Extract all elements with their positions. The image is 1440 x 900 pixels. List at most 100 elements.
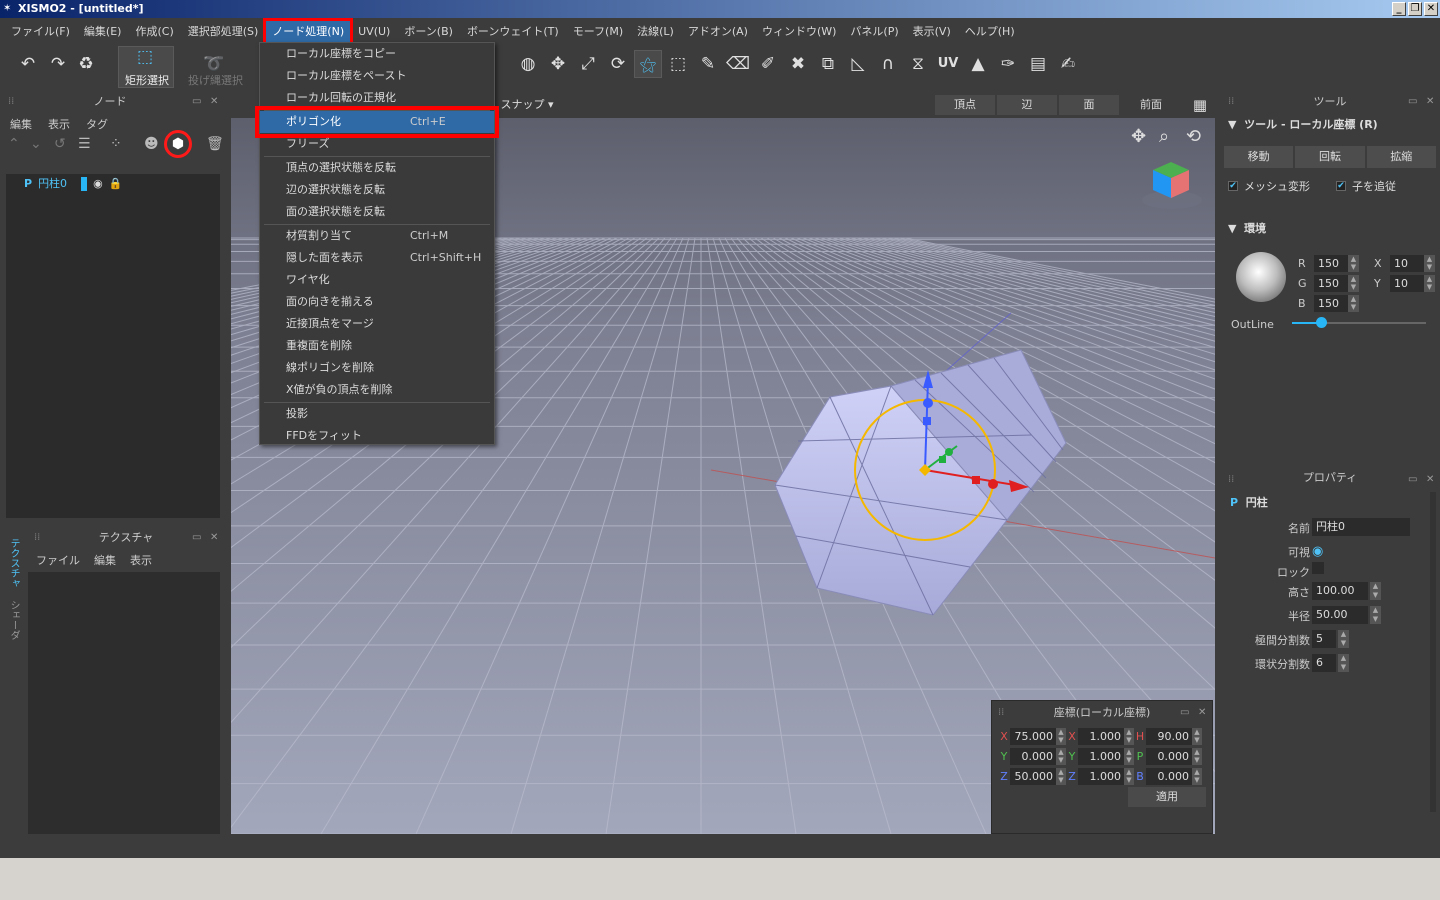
menu-item-polygonize[interactable]: ポリゴン化 Ctrl+E	[255, 106, 499, 138]
texture-tab-edit[interactable]: 編集	[94, 552, 116, 568]
rot-b-input[interactable]: 0.000	[1146, 767, 1192, 785]
apply-button[interactable]: 適用	[1128, 787, 1206, 807]
orbit-icon[interactable]: ⟲	[1186, 126, 1201, 147]
menu-item-delete-duplicate-faces[interactable]: 重複面を削除	[260, 335, 494, 357]
rot-h-input[interactable]: 90.00	[1146, 727, 1192, 745]
down-icon[interactable]: ⌄	[30, 136, 42, 152]
pos-z-input[interactable]: 50.000	[1010, 767, 1056, 785]
node-tab-view[interactable]: 表示	[48, 116, 70, 132]
trash-icon[interactable]: 🗑	[206, 136, 224, 152]
menu-item-fit-ffd[interactable]: FFDをフィット	[260, 425, 494, 447]
side-tab-shader[interactable]: シェーダ	[6, 600, 21, 640]
axial-div-spin[interactable]: ▲ ▼	[1338, 630, 1349, 648]
prop-ring-div-input[interactable]: 6	[1312, 654, 1336, 672]
grid-icon[interactable]: ⁘	[110, 136, 122, 152]
texture-tab-view[interactable]: 表示	[130, 552, 152, 568]
scale-z-input[interactable]: 1.000	[1078, 767, 1124, 785]
menu-bone-weight[interactable]: ボーンウェイト(T)	[460, 20, 566, 44]
env-b-field[interactable]: B 150 ▲ ▼	[1298, 294, 1359, 312]
panel-close-icon[interactable]: ✕	[210, 532, 218, 543]
panel-close-icon[interactable]: ✕	[210, 96, 218, 107]
uv-icon[interactable]: UV	[934, 50, 962, 78]
menu-addon[interactable]: アドオン(A)	[681, 20, 755, 44]
env-y-field[interactable]: Y 10 ▲ ▼	[1374, 274, 1435, 292]
edit-icon[interactable]: ✍	[1054, 50, 1082, 78]
menu-view[interactable]: 表示(V)	[906, 20, 958, 44]
panel-grip-icon[interactable]: ⁞⁞	[998, 707, 1004, 718]
menu-item-freeze[interactable]: フリーズ	[260, 133, 494, 155]
scale-button[interactable]: 拡縮	[1366, 146, 1436, 168]
panel-grip-icon[interactable]: ⁞⁞	[8, 96, 14, 107]
mode-tab-edge[interactable]: 辺	[997, 95, 1057, 115]
move-button[interactable]: 移動	[1224, 146, 1294, 168]
mode-tab-face[interactable]: 面	[1059, 95, 1119, 115]
menu-item-align-normals[interactable]: 面の向きを揃える	[260, 291, 494, 313]
pos-x-input[interactable]: 75.000	[1010, 727, 1056, 745]
layers-icon[interactable]: ☰	[78, 136, 91, 152]
box-icon[interactable]: ⧉	[814, 50, 842, 78]
panel-close-icon[interactable]: ✕	[1198, 707, 1206, 718]
globe-icon[interactable]: ◍	[514, 50, 542, 78]
property-scrollbar[interactable]	[1430, 492, 1436, 812]
panel-float-icon[interactable]: ▭	[1408, 474, 1417, 485]
local-coord-icon[interactable]: ⚝	[634, 50, 662, 78]
recycle-icon[interactable]: ♻	[72, 50, 100, 78]
visible-radio[interactable]: ◉	[1312, 544, 1323, 559]
env-x-field[interactable]: X 10 ▲ ▼	[1374, 254, 1435, 272]
menu-selection[interactable]: 選択部処理(S)	[181, 20, 266, 44]
restore-button[interactable]: ❐	[1408, 2, 1422, 16]
panel-close-icon[interactable]: ✕	[1426, 474, 1434, 485]
mesh-deform-checkbox[interactable]: ✔ メッシュ変形	[1228, 178, 1310, 194]
minimize-button[interactable]: _	[1392, 2, 1406, 16]
texture-tab-file[interactable]: ファイル	[36, 552, 80, 568]
vertex-merge-icon[interactable]: ✖	[784, 50, 812, 78]
menu-item-invert-vertex-selection[interactable]: 頂点の選択状態を反転	[260, 157, 494, 179]
visibility-eye-icon[interactable]: ◉	[93, 176, 103, 192]
menu-item-copy-local-coords[interactable]: ローカル座標をコピー	[260, 43, 494, 65]
menu-item-invert-face-selection[interactable]: 面の選択状態を反転	[260, 201, 494, 223]
menu-help[interactable]: ヘルプ(H)	[958, 20, 1022, 44]
lock-checkbox[interactable]	[1312, 562, 1324, 574]
menu-normal[interactable]: 法線(L)	[630, 20, 681, 44]
ring-div-spin[interactable]: ▲ ▼	[1338, 654, 1349, 672]
pen-icon[interactable]: ✎	[694, 50, 722, 78]
radius-spin[interactable]: ▲ ▼	[1370, 606, 1381, 624]
menu-file[interactable]: ファイル(F)	[4, 20, 77, 44]
mode-tab-vertex[interactable]: 頂点	[935, 95, 995, 115]
view-front-label[interactable]: 前面	[1121, 95, 1181, 115]
panel-grip-icon[interactable]: ⁞⁞	[1228, 474, 1234, 485]
tree-node-row[interactable]: P 円柱0 ◉ 🔒	[24, 176, 122, 192]
env-g-field[interactable]: G 150 ▲ ▼	[1298, 274, 1359, 292]
polygonize-cube-icon[interactable]: ⬢	[164, 130, 192, 158]
eraser-icon[interactable]: ⌫	[724, 50, 752, 78]
menu-panel[interactable]: パネル(P)	[843, 20, 905, 44]
bag-icon[interactable]: ▲	[964, 50, 992, 78]
menu-item-delete-negative-x-vertices[interactable]: X値が負の頂点を削除	[260, 379, 494, 401]
panel-float-icon[interactable]: ▭	[192, 96, 201, 107]
menu-item-paste-local-coords[interactable]: ローカル座標をペースト	[260, 65, 494, 87]
paint-icon[interactable]: ✑	[994, 50, 1022, 78]
rot-p-input[interactable]: 0.000	[1146, 747, 1192, 765]
refresh-icon[interactable]: ↺	[54, 136, 66, 152]
film-icon[interactable]: ▤	[1024, 50, 1052, 78]
panel-float-icon[interactable]: ▭	[1180, 707, 1189, 718]
menu-window[interactable]: ウィンドウ(W)	[755, 20, 843, 44]
panel-float-icon[interactable]: ▭	[1408, 96, 1417, 107]
ffd-icon[interactable]: ⧖	[904, 50, 932, 78]
rotate-button[interactable]: 回転	[1295, 146, 1365, 168]
panel-grip-icon[interactable]: ⁞⁞	[34, 532, 40, 543]
panel-close-icon[interactable]: ✕	[1426, 96, 1434, 107]
up-icon[interactable]: ⌃	[8, 136, 20, 152]
menu-bone[interactable]: ボーン(B)	[397, 20, 460, 44]
scale-x-input[interactable]: 1.000	[1078, 727, 1124, 745]
menu-node[interactable]: ノード処理(N)	[263, 18, 354, 46]
node-tab-tag[interactable]: タグ	[86, 116, 108, 132]
prop-height-input[interactable]: 100.00	[1312, 582, 1368, 600]
bevel-icon[interactable]: ◺	[844, 50, 872, 78]
prop-radius-input[interactable]: 50.00	[1312, 606, 1368, 624]
menu-item-wireframe[interactable]: ワイヤ化	[260, 269, 494, 291]
outline-slider[interactable]	[1292, 317, 1426, 328]
undo-icon[interactable]: ↶	[14, 50, 42, 78]
height-spin[interactable]: ▲ ▼	[1370, 582, 1381, 600]
menu-item-normalize-rotation[interactable]: ローカル回転の正規化	[260, 87, 494, 109]
